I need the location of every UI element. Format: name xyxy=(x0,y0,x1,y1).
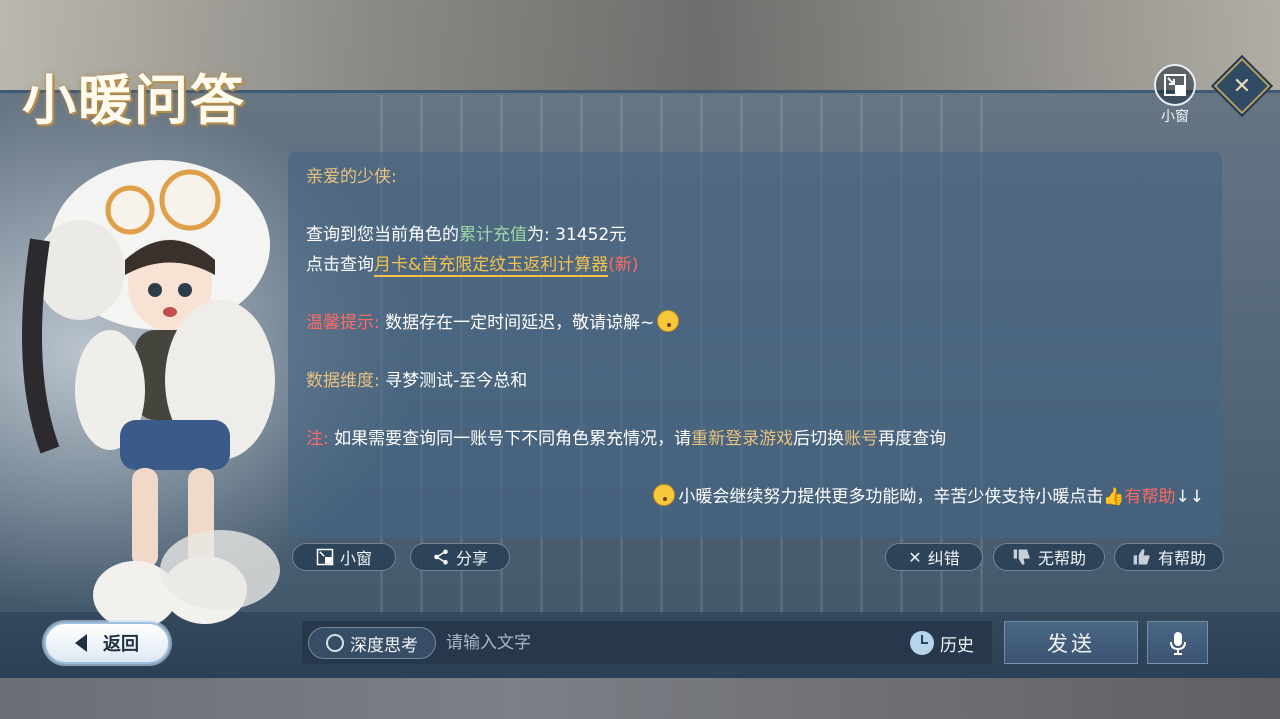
microphone-button[interactable] xyxy=(1147,621,1208,664)
mini-window-button-top[interactable]: 小窗 xyxy=(1152,64,1198,125)
history-button[interactable]: 历史 xyxy=(910,627,986,659)
clock-icon xyxy=(910,631,934,655)
mini-window-icon xyxy=(1164,74,1186,96)
dimension-text: 寻梦测试-至今总和 xyxy=(385,371,528,391)
helpful-button[interactable]: 有帮助 xyxy=(1114,543,1224,571)
kiss-emoji-icon xyxy=(653,484,676,506)
back-arrow-icon xyxy=(75,634,87,652)
page-title: 小暖问答 xyxy=(22,68,246,132)
helpful-label: 有帮助 xyxy=(1157,549,1206,568)
greeting: 亲爱的少侠: xyxy=(306,167,397,187)
back-button[interactable]: 返回 xyxy=(44,622,170,664)
close-icon: ✕ xyxy=(1232,73,1252,99)
note-label: 注: xyxy=(306,429,329,449)
calculator-line: 点击查询月卡&首充限定纹玉返利计算器(新) xyxy=(306,250,639,280)
mini-window-icon xyxy=(316,548,334,566)
back-label: 返回 xyxy=(103,634,139,655)
mini-window-label: 小窗 xyxy=(1161,109,1189,125)
footer-line: 小暖会继续努力提供更多功能呦，辛苦少侠支持小暖点击👍有帮助↓↓ xyxy=(650,482,1204,512)
note-text-3: 再度查询 xyxy=(878,429,947,449)
thumbs-up-emoji-icon: 👍 xyxy=(1103,487,1125,507)
mini-window-label: 小窗 xyxy=(339,549,372,568)
footer-helpful: 有帮助 xyxy=(1124,487,1176,507)
microphone-icon xyxy=(1169,631,1186,655)
dimension-line: 数据维度: 寻梦测试-至今总和 xyxy=(306,366,527,396)
character-illustration xyxy=(22,160,280,629)
send-label: 发送 xyxy=(1047,631,1095,656)
kiss-emoji-icon xyxy=(657,310,680,332)
share-icon xyxy=(434,549,448,565)
calculator-prefix: 点击查询 xyxy=(306,255,374,275)
tip-label: 温馨提示: xyxy=(306,313,380,333)
recharge-highlight: 累计充值 xyxy=(459,225,527,245)
send-button[interactable]: 发送 xyxy=(1004,621,1138,664)
correct-button[interactable]: ✕ 纠错 xyxy=(885,543,983,571)
note-highlight-account: 账号 xyxy=(844,429,879,449)
deep-think-label: 深度思考 xyxy=(350,635,418,656)
background-bottom-band xyxy=(0,678,1280,719)
correct-label: 纠错 xyxy=(927,549,960,568)
answer-panel: 亲爱的少侠: 查询到您当前角色的累计充值为: 31452元 点击查询月卡&首充限… xyxy=(288,152,1222,538)
note-text-1: 如果需要查询同一账号下不同角色累充情况，请 xyxy=(334,429,692,449)
thumbs-up-icon xyxy=(1133,549,1150,565)
mini-window-button[interactable]: 小窗 xyxy=(292,543,396,571)
footer-arrows: ↓↓ xyxy=(1175,487,1205,507)
footer-text: 小暖会继续努力提供更多功能呦，辛苦少侠支持小暖点击 xyxy=(678,487,1104,507)
calculator-link[interactable]: 月卡&首充限定纹玉返利计算器 xyxy=(374,255,609,277)
note-highlight-relogin: 重新登录游戏 xyxy=(691,429,794,449)
cross-icon: ✕ xyxy=(908,547,922,567)
unhelpful-label: 无帮助 xyxy=(1037,549,1086,568)
note-text-2: 后切换 xyxy=(793,429,845,449)
radio-circle-icon xyxy=(326,634,344,652)
message-input[interactable] xyxy=(446,627,896,659)
recharge-line: 查询到您当前角色的累计充值为: 31452元 xyxy=(306,220,626,250)
recharge-value: 为: 31452元 xyxy=(527,225,627,245)
unhelpful-button[interactable]: 无帮助 xyxy=(993,543,1105,571)
tip-line: 温馨提示: 数据存在一定时间延迟，敬请谅解~ xyxy=(306,308,682,338)
note-line: 注: 如果需要查询同一账号下不同角色累充情况，请重新登录游戏后切换账号再度查询 xyxy=(306,424,946,454)
dimension-label: 数据维度: xyxy=(306,371,380,391)
thumbs-down-icon xyxy=(1013,549,1030,565)
recharge-prefix: 查询到您当前角色的 xyxy=(306,225,459,245)
share-label: 分享 xyxy=(455,549,488,568)
new-badge: (新) xyxy=(608,255,639,275)
tip-text: 数据存在一定时间延迟，敬请谅解~ xyxy=(385,313,655,333)
deep-think-toggle[interactable]: 深度思考 xyxy=(308,627,436,659)
share-button[interactable]: 分享 xyxy=(410,543,510,571)
history-label: 历史 xyxy=(940,635,974,656)
